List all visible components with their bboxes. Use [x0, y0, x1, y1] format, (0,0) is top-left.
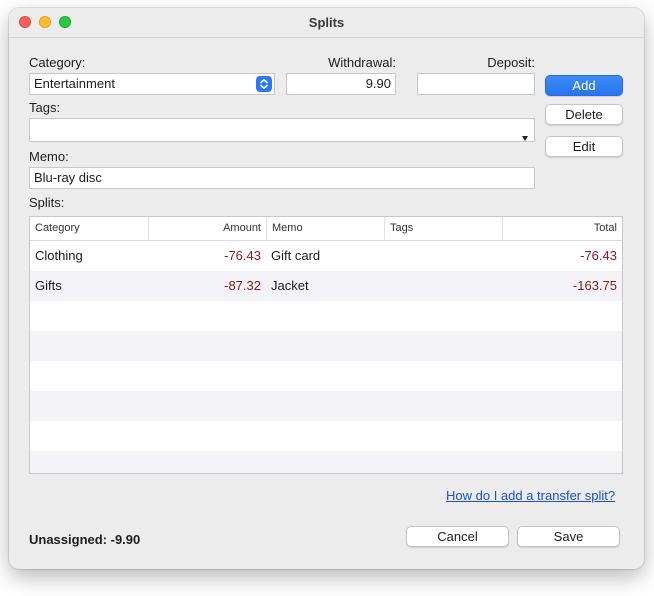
table-row[interactable]: Gifts -87.32 Jacket -163.75 — [30, 271, 622, 301]
title-bar: Splits — [9, 8, 644, 38]
memo-label: Memo: — [29, 149, 69, 164]
cell-memo: Gift card — [271, 248, 321, 263]
splits-table[interactable]: Category Amount Memo Tags Total Clothing… — [29, 216, 623, 474]
category-select[interactable]: Entertainment — [29, 73, 275, 95]
cell-tags — [384, 271, 502, 301]
empty-row — [30, 301, 622, 331]
cell-amount: -87.32 — [224, 278, 261, 293]
cell-total: -163.75 — [572, 278, 617, 293]
empty-row — [30, 421, 622, 451]
withdrawal-field[interactable]: 9.90 — [286, 73, 396, 95]
unassigned-amount: Unassigned: -9.90 — [29, 532, 141, 547]
add-button[interactable]: Add — [545, 75, 623, 96]
save-button[interactable]: Save — [517, 526, 620, 547]
cell-tags — [384, 241, 502, 271]
category-value: Entertainment — [34, 76, 115, 91]
cell-amount: -76.43 — [224, 248, 261, 263]
table-row[interactable]: Clothing -76.43 Gift card -76.43 — [30, 241, 622, 271]
window-title: Splits — [308, 15, 345, 30]
chevron-updown-icon[interactable] — [256, 76, 272, 92]
empty-row — [30, 331, 622, 361]
cell-category: Clothing — [35, 248, 83, 263]
column-header-total[interactable]: Total — [502, 217, 622, 240]
cancel-button[interactable]: Cancel — [406, 526, 509, 547]
cell-total: -76.43 — [580, 248, 617, 263]
memo-field[interactable]: Blu-ray disc — [29, 167, 535, 189]
empty-row — [30, 451, 622, 473]
splits-window: Splits Category: Entertainment Withdrawa… — [9, 8, 644, 569]
empty-row — [30, 361, 622, 391]
deposit-label: Deposit: — [487, 55, 535, 70]
category-label: Category: — [29, 55, 86, 70]
column-header-amount[interactable]: Amount — [148, 217, 266, 240]
table-header: Category Amount Memo Tags Total — [30, 217, 622, 241]
cell-category: Gifts — [35, 278, 62, 293]
cell-memo: Jacket — [271, 278, 309, 293]
triangle-down-icon[interactable] — [522, 127, 528, 147]
tags-label: Tags: — [29, 100, 61, 115]
splits-label: Splits: — [29, 195, 65, 210]
edit-button[interactable]: Edit — [545, 136, 623, 157]
tags-field[interactable] — [29, 118, 535, 142]
transfer-split-help-link[interactable]: How do I add a transfer split? — [446, 488, 615, 503]
column-header-tags[interactable]: Tags — [384, 217, 502, 240]
column-header-category[interactable]: Category — [30, 217, 148, 240]
empty-row — [30, 391, 622, 421]
delete-button[interactable]: Delete — [545, 104, 623, 125]
column-header-memo[interactable]: Memo — [266, 217, 384, 240]
deposit-field[interactable] — [417, 73, 535, 95]
withdrawal-label: Withdrawal: — [328, 55, 396, 70]
